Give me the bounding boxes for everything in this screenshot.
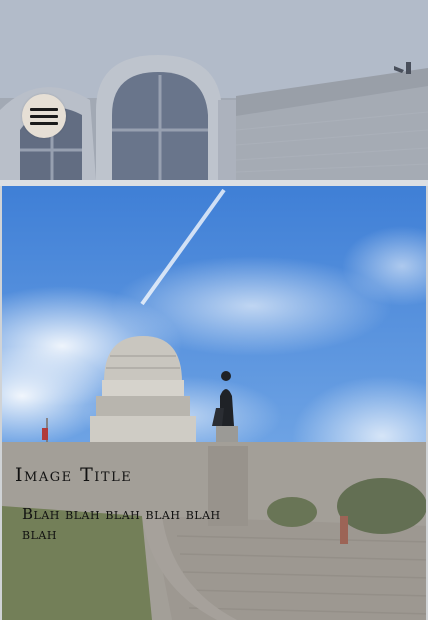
hamburger-menu-icon-bar [30,121,58,125]
header-photo [0,0,428,180]
hamburger-menu-icon [30,107,58,111]
menu-button[interactable] [22,94,66,138]
image-card[interactable]: Image Title Blah blah blah blah blah bla… [0,186,428,620]
image-caption: Image Title Blah blah blah blah blah bla… [2,442,426,620]
hamburger-menu-icon-bar [30,114,58,118]
image-description: Blah blah blah blah blah blah [22,505,221,543]
header-tint [0,0,428,180]
image-title: Image Title [15,464,133,486]
